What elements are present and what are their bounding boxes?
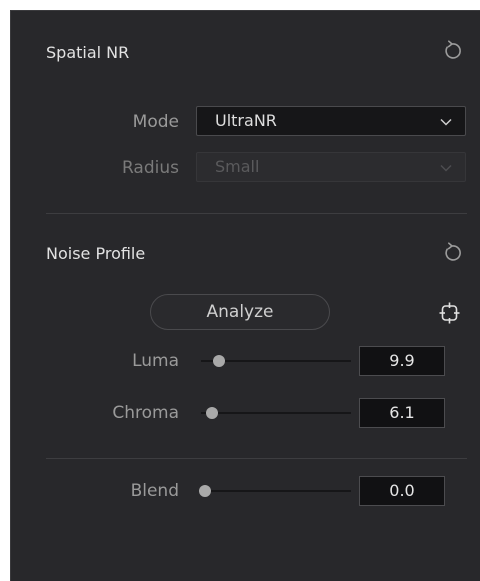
- radius-label: Radius: [121, 158, 179, 178]
- blend-label: Blend: [130, 481, 179, 501]
- reset-icon[interactable]: [439, 38, 465, 64]
- chroma-label: Chroma: [112, 403, 179, 423]
- radius-value: Small: [215, 157, 260, 176]
- reset-icon[interactable]: [439, 240, 465, 266]
- chevron-down-icon: [440, 118, 452, 126]
- chroma-slider-track[interactable]: [201, 412, 351, 414]
- spatial-nr-title: Spatial NR: [46, 43, 130, 62]
- chroma-value-field[interactable]: 6.1: [359, 398, 445, 428]
- analyze-button[interactable]: Analyze: [150, 294, 330, 330]
- mode-dropdown[interactable]: UltraNR: [196, 106, 466, 136]
- luma-value-field[interactable]: 9.9: [359, 346, 445, 376]
- noise-profile-title: Noise Profile: [46, 244, 146, 263]
- blend-slider-track[interactable]: [201, 490, 351, 492]
- blend-value-field[interactable]: 0.0: [359, 476, 445, 506]
- picker-target-icon[interactable]: [439, 301, 461, 325]
- section-divider: [46, 458, 467, 459]
- mode-label: Mode: [132, 112, 179, 132]
- radius-dropdown[interactable]: Small: [196, 152, 466, 182]
- luma-slider-thumb[interactable]: [213, 355, 225, 367]
- section-divider: [46, 213, 467, 214]
- chevron-down-icon: [440, 164, 452, 172]
- chroma-slider-thumb[interactable]: [206, 407, 218, 419]
- spatial-nr-panel: Spatial NR Mode UltraNR Radius Small Noi…: [10, 10, 480, 581]
- luma-label: Luma: [132, 351, 179, 371]
- blend-slider-thumb[interactable]: [199, 485, 211, 497]
- mode-value: UltraNR: [215, 111, 277, 130]
